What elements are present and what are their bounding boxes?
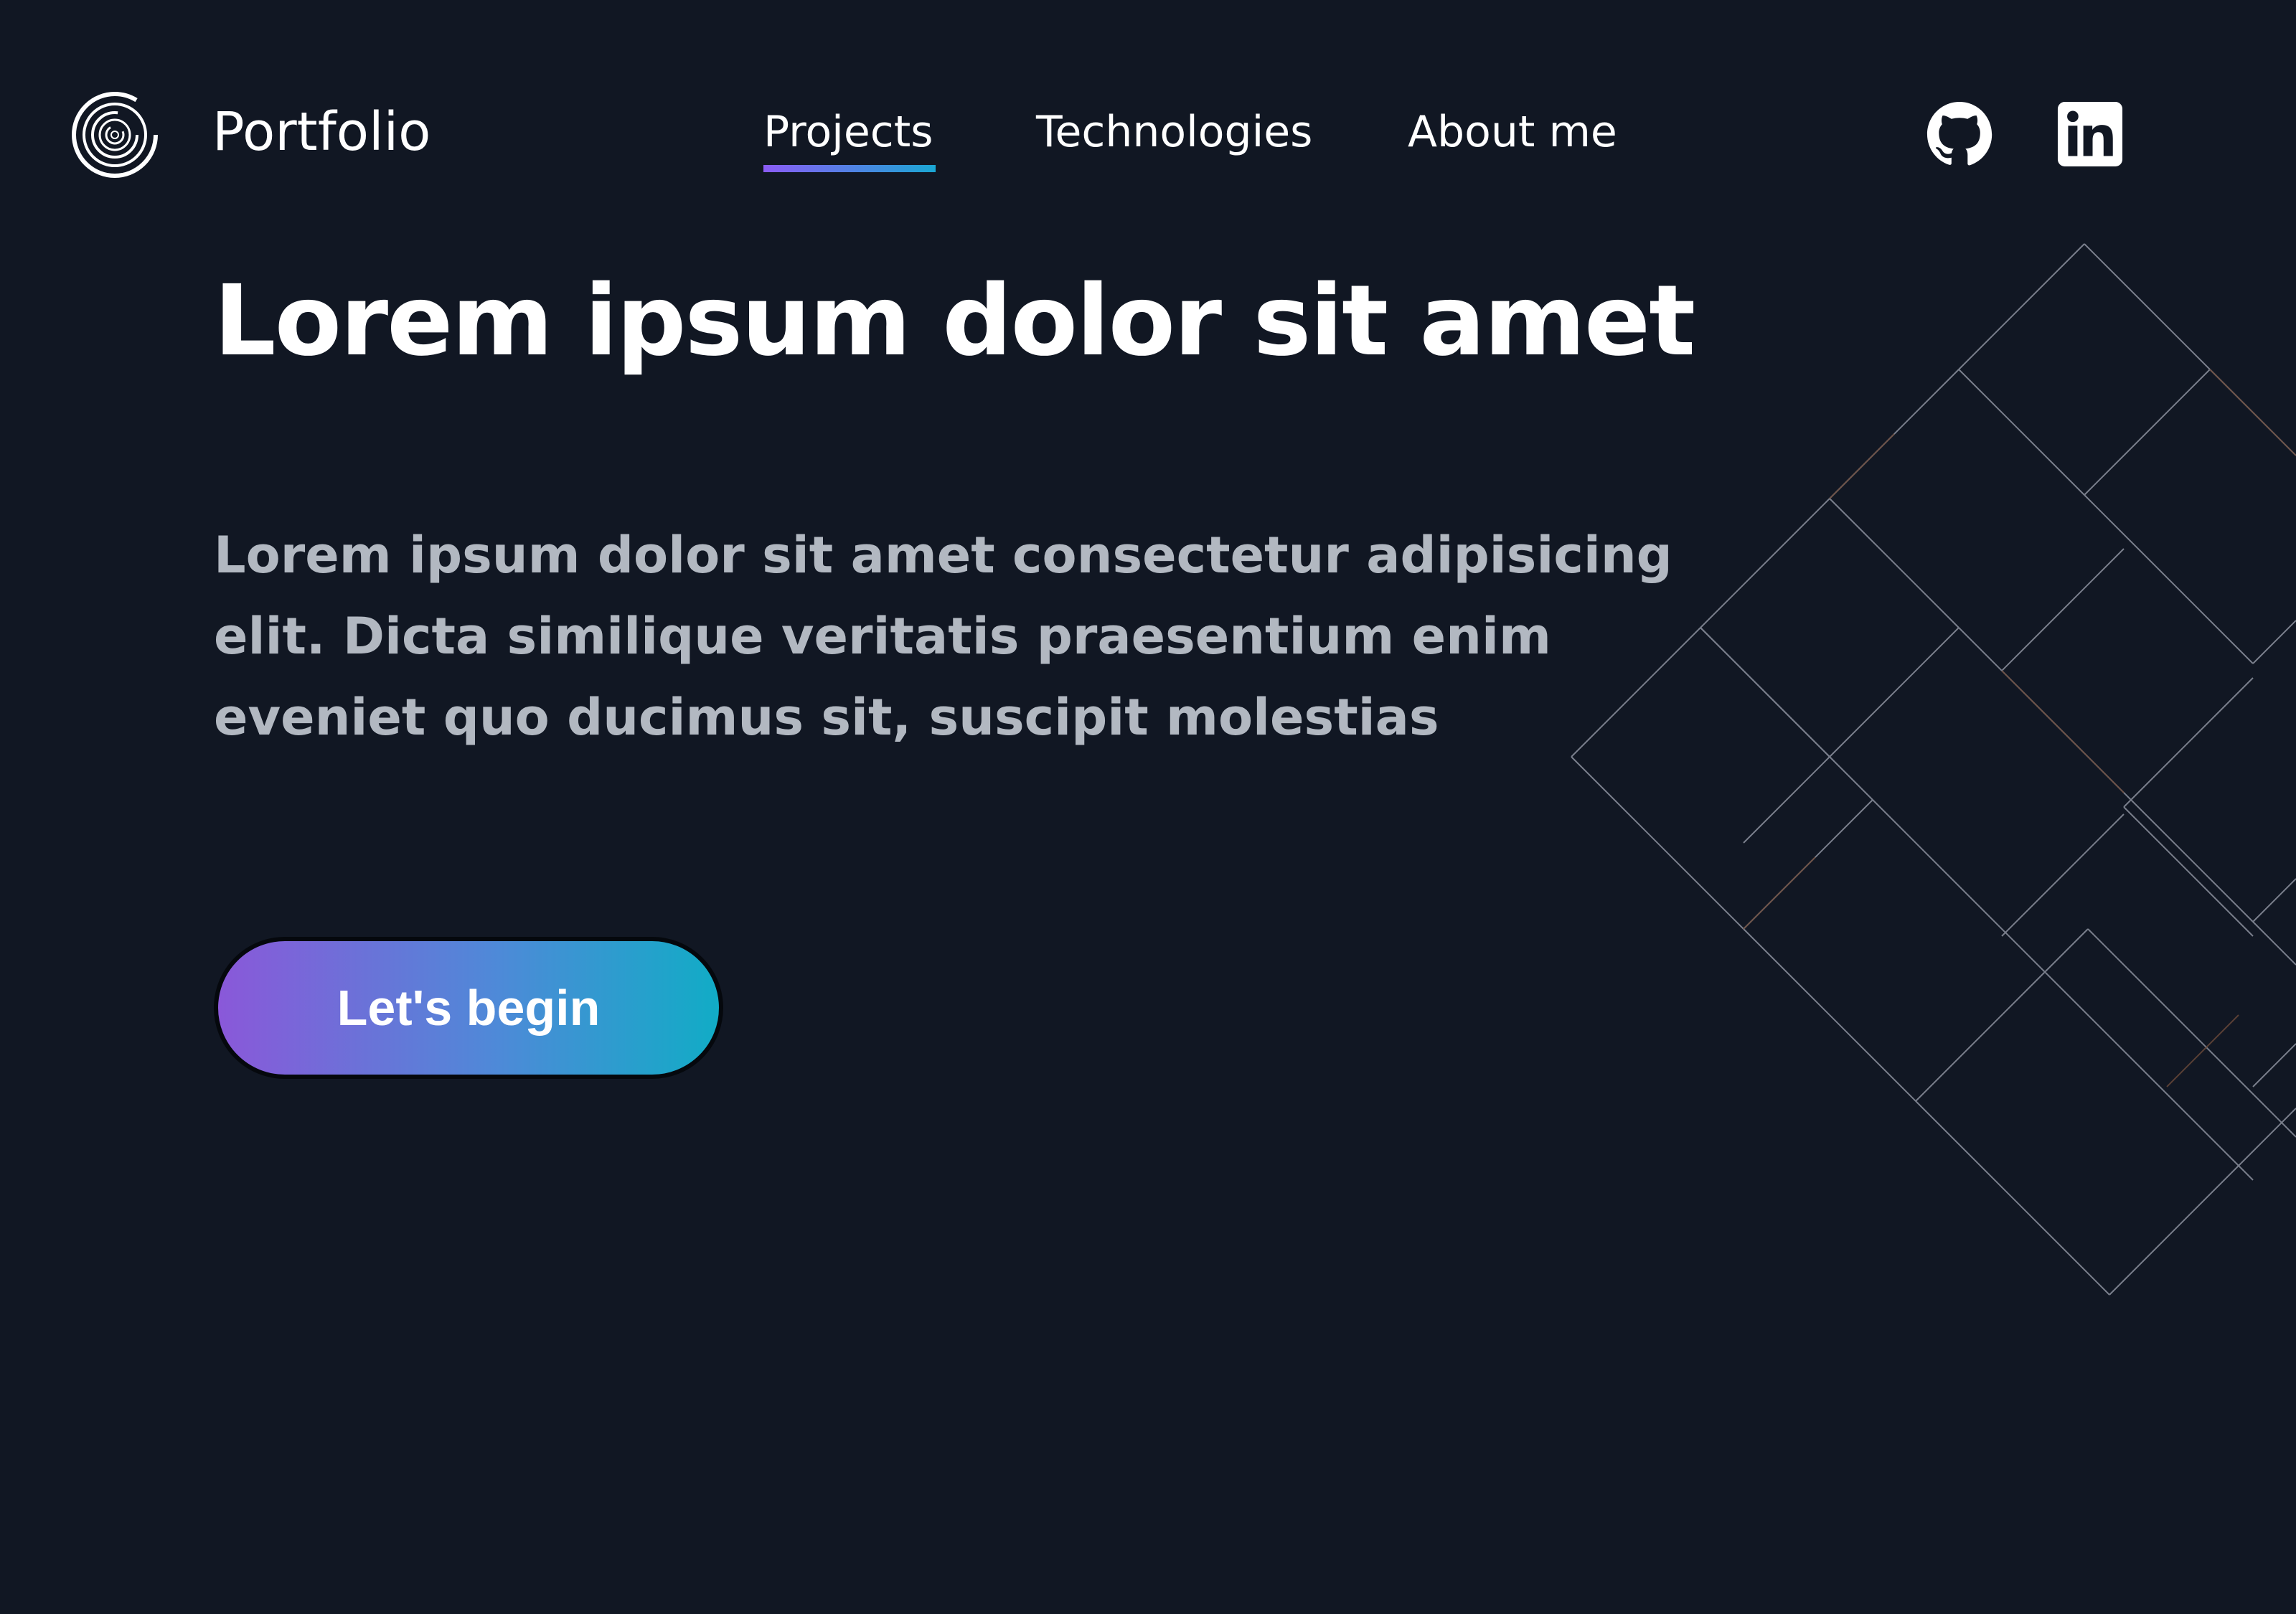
hero-title: Lorem ipsum dolor sit amet: [214, 265, 1695, 378]
nav-link-projects[interactable]: Projects: [763, 98, 933, 166]
site-header: Portfolio Projects Technologies About me: [0, 0, 2296, 265]
nav-link-technologies[interactable]: Technologies: [1036, 98, 1312, 166]
github-icon[interactable]: [1926, 100, 1993, 168]
active-nav-underline: [763, 165, 936, 172]
hero-paragraph: Lorem ipsum dolor sit amet consectetur a…: [214, 526, 1672, 747]
linkedin-icon[interactable]: [2056, 100, 2124, 168]
lets-begin-button[interactable]: Let's begin: [214, 937, 723, 1079]
decorative-diamond-pattern: [1571, 243, 2296, 1296]
brand-name[interactable]: Portfolio: [212, 98, 430, 166]
nav-link-about-me[interactable]: About me: [1408, 98, 1617, 166]
spiral-logo-icon[interactable]: [70, 90, 159, 179]
